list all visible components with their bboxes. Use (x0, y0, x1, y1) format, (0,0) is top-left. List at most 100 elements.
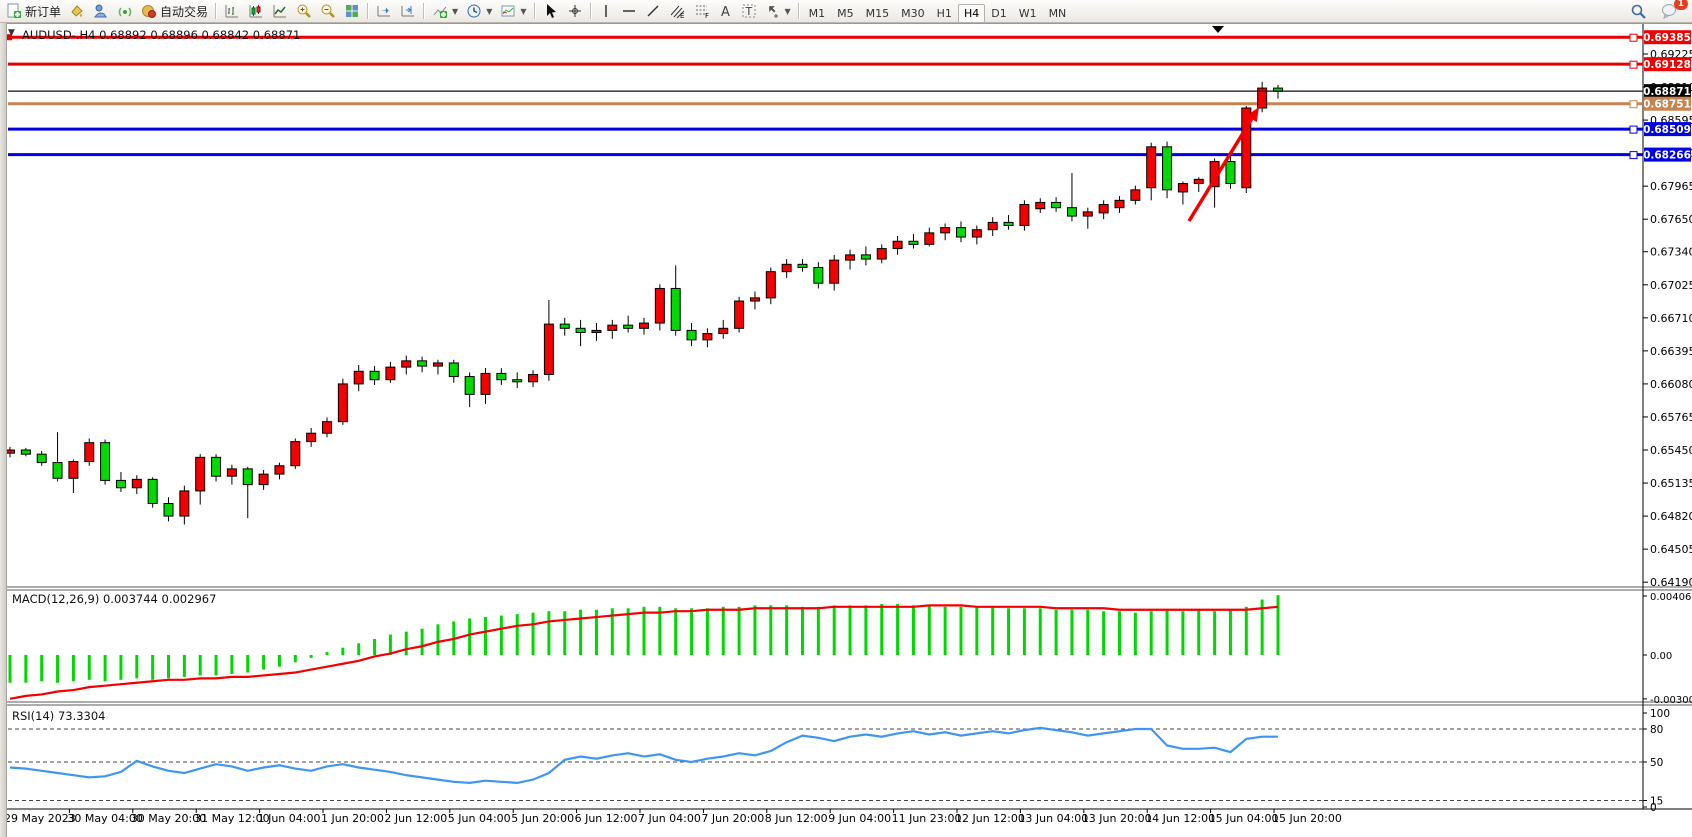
text-label-tool-button[interactable]: T (737, 1, 761, 22)
timeframe-M5[interactable]: M5 (831, 4, 860, 23)
svg-text:0.64505: 0.64505 (1650, 543, 1692, 556)
toolbar-separator (215, 3, 217, 19)
new-order-button[interactable]: 新订单 (2, 1, 65, 22)
zoom-out-button[interactable] (316, 1, 340, 22)
svg-text:0.68871: 0.68871 (1643, 86, 1691, 98)
cursor-icon (543, 3, 559, 19)
indicators-button[interactable]: ▼ (428, 1, 462, 22)
rsi-indicator-label: RSI(14) 73.3304 (12, 709, 106, 723)
svg-text:F: F (705, 12, 709, 19)
svg-text:0.66710: 0.66710 (1650, 312, 1692, 325)
svg-text:0.69128: 0.69128 (1643, 59, 1691, 71)
auto-scroll-button[interactable] (372, 1, 396, 22)
svg-text:7 Jun 20:00: 7 Jun 20:00 (701, 812, 764, 825)
timeframe-MN[interactable]: MN (1043, 4, 1073, 23)
candlestick-chart-button[interactable] (244, 1, 268, 22)
periods-button[interactable]: ▼ (462, 1, 496, 22)
line-chart-icon (272, 3, 288, 19)
toolbar-separator (423, 3, 425, 19)
arrows-icon (765, 3, 781, 19)
trendline-tool-button[interactable] (641, 1, 665, 22)
auto-trading-button[interactable]: 自动交易 (137, 1, 212, 22)
svg-text:0.67965: 0.67965 (1650, 180, 1692, 193)
svg-text:T: T (744, 5, 752, 18)
bar-chart-button[interactable] (220, 1, 244, 22)
svg-text:13 Jun 04:00: 13 Jun 04:00 (1018, 812, 1088, 825)
svg-text:12 Jun 12:00: 12 Jun 12:00 (955, 812, 1025, 825)
line-chart-button[interactable] (268, 1, 292, 22)
tile-windows-icon (344, 3, 360, 19)
symbol-ohlc-label: AUDUSD-.H4 0.68892 0.68896 0.68842 0.688… (22, 28, 300, 42)
svg-text:0.69385: 0.69385 (1643, 32, 1691, 44)
horizontal-line-tool-button[interactable] (617, 1, 641, 22)
svg-text:0.67650: 0.67650 (1650, 213, 1692, 226)
svg-text:A: A (721, 5, 730, 19)
vertical-line-icon (599, 3, 613, 19)
svg-text:0.65765: 0.65765 (1650, 411, 1692, 424)
new-order-label: 新订单 (25, 3, 61, 20)
timeframe-D1[interactable]: D1 (985, 4, 1012, 23)
toolbar-separator (367, 3, 369, 19)
styler-button[interactable] (65, 1, 89, 22)
timeframe-H1[interactable]: H1 (931, 4, 958, 23)
timeframe-M30[interactable]: M30 (895, 4, 931, 23)
svg-text:15 Jun 04:00: 15 Jun 04:00 (1209, 812, 1279, 825)
signals-button[interactable] (113, 1, 137, 22)
zoom-in-icon (296, 3, 312, 19)
search-button[interactable] (1626, 1, 1651, 22)
horizontal-line-icon (621, 3, 637, 19)
svg-text:0.65135: 0.65135 (1650, 477, 1692, 490)
svg-text:0.68509: 0.68509 (1643, 124, 1691, 136)
trendline-icon (645, 3, 661, 19)
vertical-line-tool-button[interactable] (595, 1, 617, 22)
svg-text:7 Jun 04:00: 7 Jun 04:00 (638, 812, 701, 825)
svg-text:0.66080: 0.66080 (1650, 378, 1692, 391)
svg-text:0.67025: 0.67025 (1650, 279, 1692, 292)
templates-button[interactable]: ▼ (496, 1, 530, 22)
svg-text:5 Jun 04:00: 5 Jun 04:00 (448, 812, 511, 825)
svg-text:29 May 2023: 29 May 2023 (4, 812, 76, 825)
chevron-down-icon: ▼ (486, 7, 492, 16)
svg-text:0.65450: 0.65450 (1650, 444, 1692, 457)
svg-text:80: 80 (1650, 724, 1663, 736)
template-icon (500, 3, 516, 19)
svg-text:0.004065: 0.004065 (1650, 592, 1692, 603)
crosshair-icon (567, 3, 583, 19)
chart-canvas[interactable]: 0.692250.689100.685950.682800.679650.676… (0, 0, 1692, 837)
text-tool-button[interactable]: A (715, 1, 737, 22)
svg-text:2 Jun 12:00: 2 Jun 12:00 (384, 812, 447, 825)
tile-windows-button[interactable] (340, 1, 364, 22)
equidistant-channel-icon: E (669, 3, 686, 19)
toolbar-separator (590, 3, 592, 19)
metaeditor-button[interactable] (89, 1, 113, 22)
search-icon (1630, 3, 1647, 20)
svg-text:50: 50 (1650, 757, 1663, 769)
notification-badge: 1 (1674, 0, 1688, 10)
svg-text:14 Jun 12:00: 14 Jun 12:00 (1145, 812, 1215, 825)
chevron-down-icon: ▼ (785, 7, 791, 16)
svg-text:0: 0 (1650, 802, 1657, 814)
channel-tool-button[interactable]: E (665, 1, 690, 22)
chart-shift-icon (400, 3, 416, 19)
date-axis: 29 May 202330 May 04:0030 May 20:0031 Ma… (4, 809, 1342, 825)
chart-shift-button[interactable] (396, 1, 420, 22)
symbol-collapse-icon[interactable]: ▼ (8, 28, 15, 38)
timeframe-W1[interactable]: W1 (1013, 4, 1043, 23)
auto-trading-icon (141, 3, 157, 19)
timeframe-M15[interactable]: M15 (860, 4, 896, 23)
metaeditor-icon (93, 3, 109, 19)
arrows-tool-button[interactable]: ▼ (761, 1, 795, 22)
chat-button[interactable]: 1 (1657, 1, 1682, 22)
zoom-in-button[interactable] (292, 1, 316, 22)
crosshair-tool-button[interactable] (563, 1, 587, 22)
cursor-tool-button[interactable] (539, 1, 563, 22)
svg-text:5 Jun 20:00: 5 Jun 20:00 (511, 812, 574, 825)
macd-indicator-label: MACD(12,26,9) 0.003744 0.002967 (12, 592, 216, 606)
chart-frame (0, 23, 1692, 837)
svg-text:-0.003005: -0.003005 (1650, 695, 1692, 706)
timeframe-H4[interactable]: H4 (958, 4, 985, 23)
indicators-icon (432, 3, 448, 19)
timeframe-M1[interactable]: M1 (803, 4, 832, 23)
fibonacci-tool-button[interactable]: F (690, 1, 715, 22)
svg-text:0.64820: 0.64820 (1650, 510, 1692, 523)
